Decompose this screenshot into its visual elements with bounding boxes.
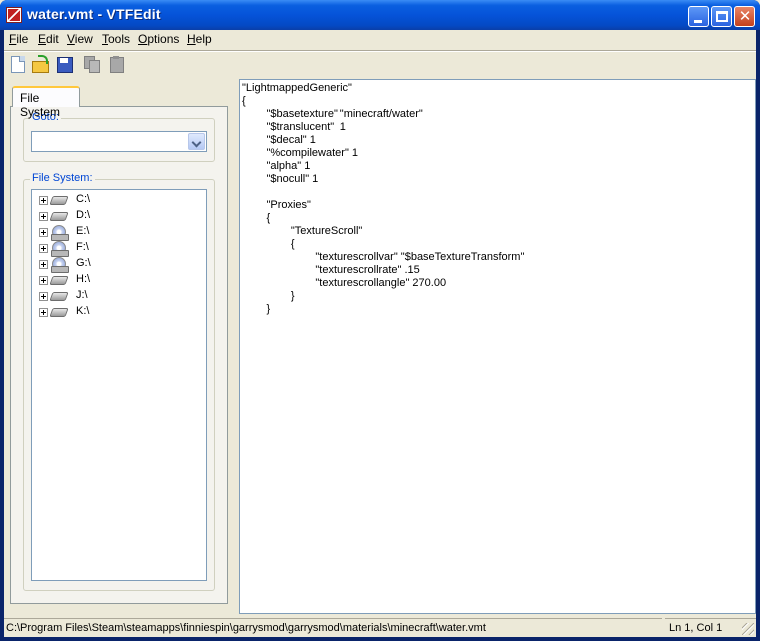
menu-help[interactable]: Help xyxy=(187,32,212,46)
drive-label: E:\ xyxy=(76,225,90,237)
cd-drive-icon xyxy=(51,257,69,273)
tab-body: Goto: File System: C:\ xyxy=(10,106,228,604)
tree-item-k[interactable]: K:\ xyxy=(39,304,199,320)
close-icon: ✕ xyxy=(738,7,752,25)
tab-file-system[interactable]: File System xyxy=(12,86,80,119)
menu-bar: File Edit View Tools Options Help xyxy=(4,30,756,49)
expand-icon[interactable] xyxy=(39,308,48,317)
open-icon[interactable] xyxy=(31,55,49,73)
tree-item-f[interactable]: F:\ xyxy=(39,240,199,257)
status-bar: C:\Program Files\Steam\steamapps\finnies… xyxy=(4,616,756,637)
goto-dropdown[interactable] xyxy=(31,131,207,152)
menu-tools[interactable]: Tools xyxy=(102,32,130,46)
drive-label: K:\ xyxy=(76,305,90,317)
drive-label: H:\ xyxy=(76,273,91,285)
cd-drive-icon xyxy=(51,225,69,241)
expand-icon[interactable] xyxy=(39,244,48,253)
menu-file[interactable]: File xyxy=(9,32,28,46)
resize-grip-icon[interactable] xyxy=(742,623,754,635)
save-icon[interactable] xyxy=(55,55,73,73)
drive-label: F:\ xyxy=(76,241,89,253)
tree-item-c[interactable]: C:\ xyxy=(39,192,199,208)
expand-icon[interactable] xyxy=(39,196,48,205)
copy-icon[interactable] xyxy=(83,55,101,73)
drive-label: D:\ xyxy=(76,209,91,221)
menu-view[interactable]: View xyxy=(67,32,93,46)
hard-drive-icon xyxy=(49,292,69,301)
tree-item-d[interactable]: D:\ xyxy=(39,208,199,224)
toolbar xyxy=(4,52,756,78)
tree-item-g[interactable]: G:\ xyxy=(39,256,199,273)
cd-drive-icon xyxy=(51,241,69,257)
expand-icon[interactable] xyxy=(39,292,48,301)
new-icon[interactable] xyxy=(9,55,27,73)
drive-label: J:\ xyxy=(76,289,88,301)
close-button[interactable]: ✕ xyxy=(734,6,755,27)
app-window: water.vmt - VTFEdit ✕ File Edit View Too… xyxy=(0,0,760,641)
menu-options[interactable]: Options xyxy=(138,32,179,46)
file-system-label: File System: xyxy=(30,172,95,184)
hard-drive-icon xyxy=(49,276,69,285)
menu-edit[interactable]: Edit xyxy=(38,32,59,46)
tree-item-j[interactable]: J:\ xyxy=(39,288,199,304)
paste-icon[interactable] xyxy=(108,55,126,73)
maximize-icon xyxy=(716,11,728,22)
status-file-path: C:\Program Files\Steam\steamapps\finnies… xyxy=(4,618,662,637)
goto-group: Goto: xyxy=(23,111,215,162)
file-system-tree[interactable]: C:\ D:\ E:\ F:\ G:\ H:\ J:\ K:\ xyxy=(31,189,207,581)
window-title: water.vmt - VTFEdit xyxy=(27,6,161,22)
vmt-text-editor[interactable]: "LightmappedGeneric" { "$basetexture" "m… xyxy=(239,79,756,614)
expand-icon[interactable] xyxy=(39,260,48,269)
client-area: File Edit View Tools Options Help File S… xyxy=(4,30,756,637)
title-bar[interactable]: water.vmt - VTFEdit ✕ xyxy=(0,0,760,30)
hard-drive-icon xyxy=(49,308,69,317)
hard-drive-icon xyxy=(49,196,69,205)
vtfedit-app-icon[interactable] xyxy=(6,7,22,23)
chevron-down-icon[interactable] xyxy=(188,133,205,150)
file-system-group: File System: C:\ D:\ E:\ F:\ G:\ H:\ J:\… xyxy=(23,172,215,591)
expand-icon[interactable] xyxy=(39,212,48,221)
tree-item-h[interactable]: H:\ xyxy=(39,272,199,288)
tree-item-e[interactable]: E:\ xyxy=(39,224,199,241)
editor-content[interactable]: "LightmappedGeneric" { "$basetexture" "m… xyxy=(240,80,755,316)
left-panel: File System Goto: File System: xyxy=(4,78,236,614)
drive-label: C:\ xyxy=(76,193,91,205)
maximize-button[interactable] xyxy=(711,6,732,27)
hard-drive-icon xyxy=(49,212,69,221)
expand-icon[interactable] xyxy=(39,228,48,237)
drive-label: G:\ xyxy=(76,257,91,269)
minimize-icon xyxy=(694,20,702,23)
expand-icon[interactable] xyxy=(39,276,48,285)
minimize-button[interactable] xyxy=(688,6,709,27)
